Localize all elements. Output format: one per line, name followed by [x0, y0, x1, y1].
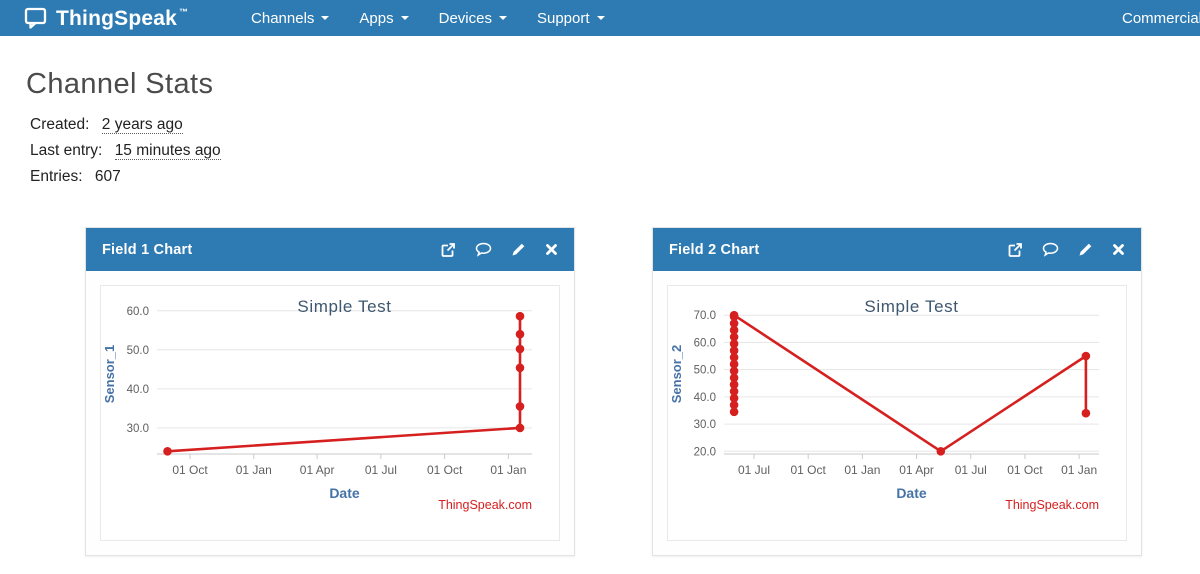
data-point-marker[interactable]: [163, 447, 172, 456]
close-icon[interactable]: [545, 243, 558, 256]
data-point-marker[interactable]: [516, 424, 525, 433]
field-2-chart-svg: 20.0 30.0 40.0 50.0 60.0 70.0 01 Jul 01 Oct 01 J…: [668, 286, 1126, 540]
trademark-symbol: ™: [179, 7, 188, 17]
created-value: 2 years ago: [102, 116, 183, 134]
card-body: 20.0 30.0 40.0 50.0 60.0 70.0 01 Jul 01 Oct 01 J…: [653, 271, 1141, 555]
x-tick-label: 01 Jul: [365, 463, 397, 477]
card-header: Field 1 Chart: [86, 228, 574, 271]
nav-item-support[interactable]: Support: [522, 0, 620, 36]
data-point-marker[interactable]: [1082, 352, 1091, 361]
card-title: Field 2 Chart: [669, 242, 759, 258]
data-point-marker[interactable]: [516, 312, 525, 321]
data-point-marker[interactable]: [516, 364, 525, 373]
card-header-actions: [440, 242, 558, 258]
external-link-icon[interactable]: [440, 242, 456, 258]
data-point-marker[interactable]: [516, 330, 525, 339]
x-tick-label: 01 Jan: [490, 463, 526, 477]
entries-line: Entries: 607: [30, 164, 1200, 190]
data-point-marker[interactable]: [1082, 409, 1091, 418]
x-tick-label: 01 Jan: [1061, 463, 1097, 477]
thingspeak-channel-stats-page: ThingSpeak ™ Channels Apps Devices Suppo…: [0, 0, 1200, 574]
chevron-down-icon: [401, 16, 409, 20]
brand-name: ThingSpeak: [56, 8, 177, 29]
card-title: Field 1 Chart: [102, 242, 192, 258]
y-axis-title: Sensor_2: [669, 345, 684, 404]
card-body: 30.0 40.0 50.0 60.0 01 Oct 01 Jan 01 Apr 01 Jul…: [86, 271, 574, 555]
x-tick-label: 01 Jan: [236, 463, 272, 477]
edit-icon[interactable]: [1078, 242, 1093, 257]
field-1-chart: 30.0 40.0 50.0 60.0 01 Oct 01 Jan 01 Apr 01 Jul…: [100, 285, 560, 541]
thingspeak-credit-link[interactable]: ThingSpeak.com: [1005, 498, 1099, 512]
card-header: Field 2 Chart: [653, 228, 1141, 271]
thingspeak-credit-link[interactable]: ThingSpeak.com: [438, 498, 532, 512]
y-tick-label: 40.0: [694, 392, 716, 404]
top-navbar: ThingSpeak ™ Channels Apps Devices Suppo…: [0, 0, 1200, 36]
y-tick-label: 50.0: [694, 365, 716, 377]
nav-item-label: Devices: [439, 10, 492, 27]
last-entry-line: Last entry: 15 minutes ago: [30, 138, 1200, 164]
data-point-marker[interactable]: [937, 447, 946, 456]
last-entry-value: 15 minutes ago: [115, 142, 221, 160]
y-tick-label: 60.0: [694, 337, 716, 349]
x-axis-title: Date: [329, 485, 360, 501]
series-line: [168, 316, 521, 451]
field-1-chart-svg: 30.0 40.0 50.0 60.0 01 Oct 01 Jan 01 Apr 01 Jul…: [101, 286, 559, 540]
x-tick-label: 01 Apr: [899, 463, 934, 477]
field-1-chart-card: Field 1 Chart: [85, 227, 575, 556]
data-point-marker[interactable]: [516, 345, 525, 354]
y-tick-label: 50.0: [127, 345, 149, 357]
chevron-down-icon: [499, 16, 507, 20]
data-point-marker[interactable]: [516, 402, 525, 411]
x-tick-label: 01 Jul: [955, 463, 987, 477]
nav-item-devices[interactable]: Devices: [424, 0, 522, 36]
edit-icon[interactable]: [511, 242, 526, 257]
chart-title: Simple Test: [297, 297, 391, 316]
nav-item-label: Channels: [251, 10, 314, 27]
external-link-icon[interactable]: [1007, 242, 1023, 258]
chevron-down-icon: [597, 16, 605, 20]
chart-cards-row: Field 1 Chart: [85, 227, 1200, 556]
y-tick-label: 40.0: [127, 384, 149, 396]
y-tick-label: 30.0: [127, 423, 149, 435]
main-menu: Channels Apps Devices Support: [236, 0, 620, 36]
y-axis-title: Sensor_1: [102, 345, 117, 404]
x-axis-title: Date: [896, 485, 927, 501]
field-2-chart-card: Field 2 Chart: [652, 227, 1142, 556]
x-tick-label: 01 Jul: [738, 463, 770, 477]
chevron-down-icon: [321, 16, 329, 20]
x-tick-label: 01 Oct: [172, 463, 208, 477]
x-tick-label: 01 Apr: [300, 463, 335, 477]
field-2-chart: 20.0 30.0 40.0 50.0 60.0 70.0 01 Jul 01 Oct 01 J…: [667, 285, 1127, 541]
thingspeak-logo[interactable]: ThingSpeak ™: [24, 7, 188, 29]
created-line: Created: 2 years ago: [30, 112, 1200, 138]
x-tick-label: 01 Oct: [427, 463, 463, 477]
x-tick-label: 01 Jan: [844, 463, 880, 477]
y-tick-label: 20.0: [694, 446, 716, 458]
chart-title: Simple Test: [864, 297, 958, 316]
y-tick-label: 70.0: [694, 310, 716, 322]
x-tick-label: 01 Oct: [791, 463, 827, 477]
nav-item-channels[interactable]: Channels: [236, 0, 344, 36]
comment-icon[interactable]: [1042, 242, 1059, 257]
nav-item-apps[interactable]: Apps: [344, 0, 423, 36]
close-icon[interactable]: [1112, 243, 1125, 256]
data-point-marker[interactable]: [730, 311, 739, 320]
entries-value: 607: [95, 168, 121, 185]
series-line: [734, 315, 1086, 451]
x-tick-label: 01 Oct: [1007, 463, 1043, 477]
nav-item-commercial-use[interactable]: Commercial Use: [1122, 0, 1200, 36]
created-label: Created:: [30, 116, 89, 133]
entries-label: Entries:: [30, 168, 83, 185]
card-header-actions: [1007, 242, 1125, 258]
y-tick-label: 30.0: [694, 419, 716, 431]
page-title: Channel Stats: [26, 69, 1200, 99]
last-entry-label: Last entry:: [30, 142, 102, 159]
nav-item-label: Apps: [359, 10, 393, 27]
speech-bubble-logo-icon: [24, 7, 49, 29]
comment-icon[interactable]: [475, 242, 492, 257]
nav-item-label: Support: [537, 10, 590, 27]
y-tick-label: 60.0: [127, 306, 149, 318]
channel-stats-summary: Created: 2 years ago Last entry: 15 minu…: [30, 112, 1200, 190]
